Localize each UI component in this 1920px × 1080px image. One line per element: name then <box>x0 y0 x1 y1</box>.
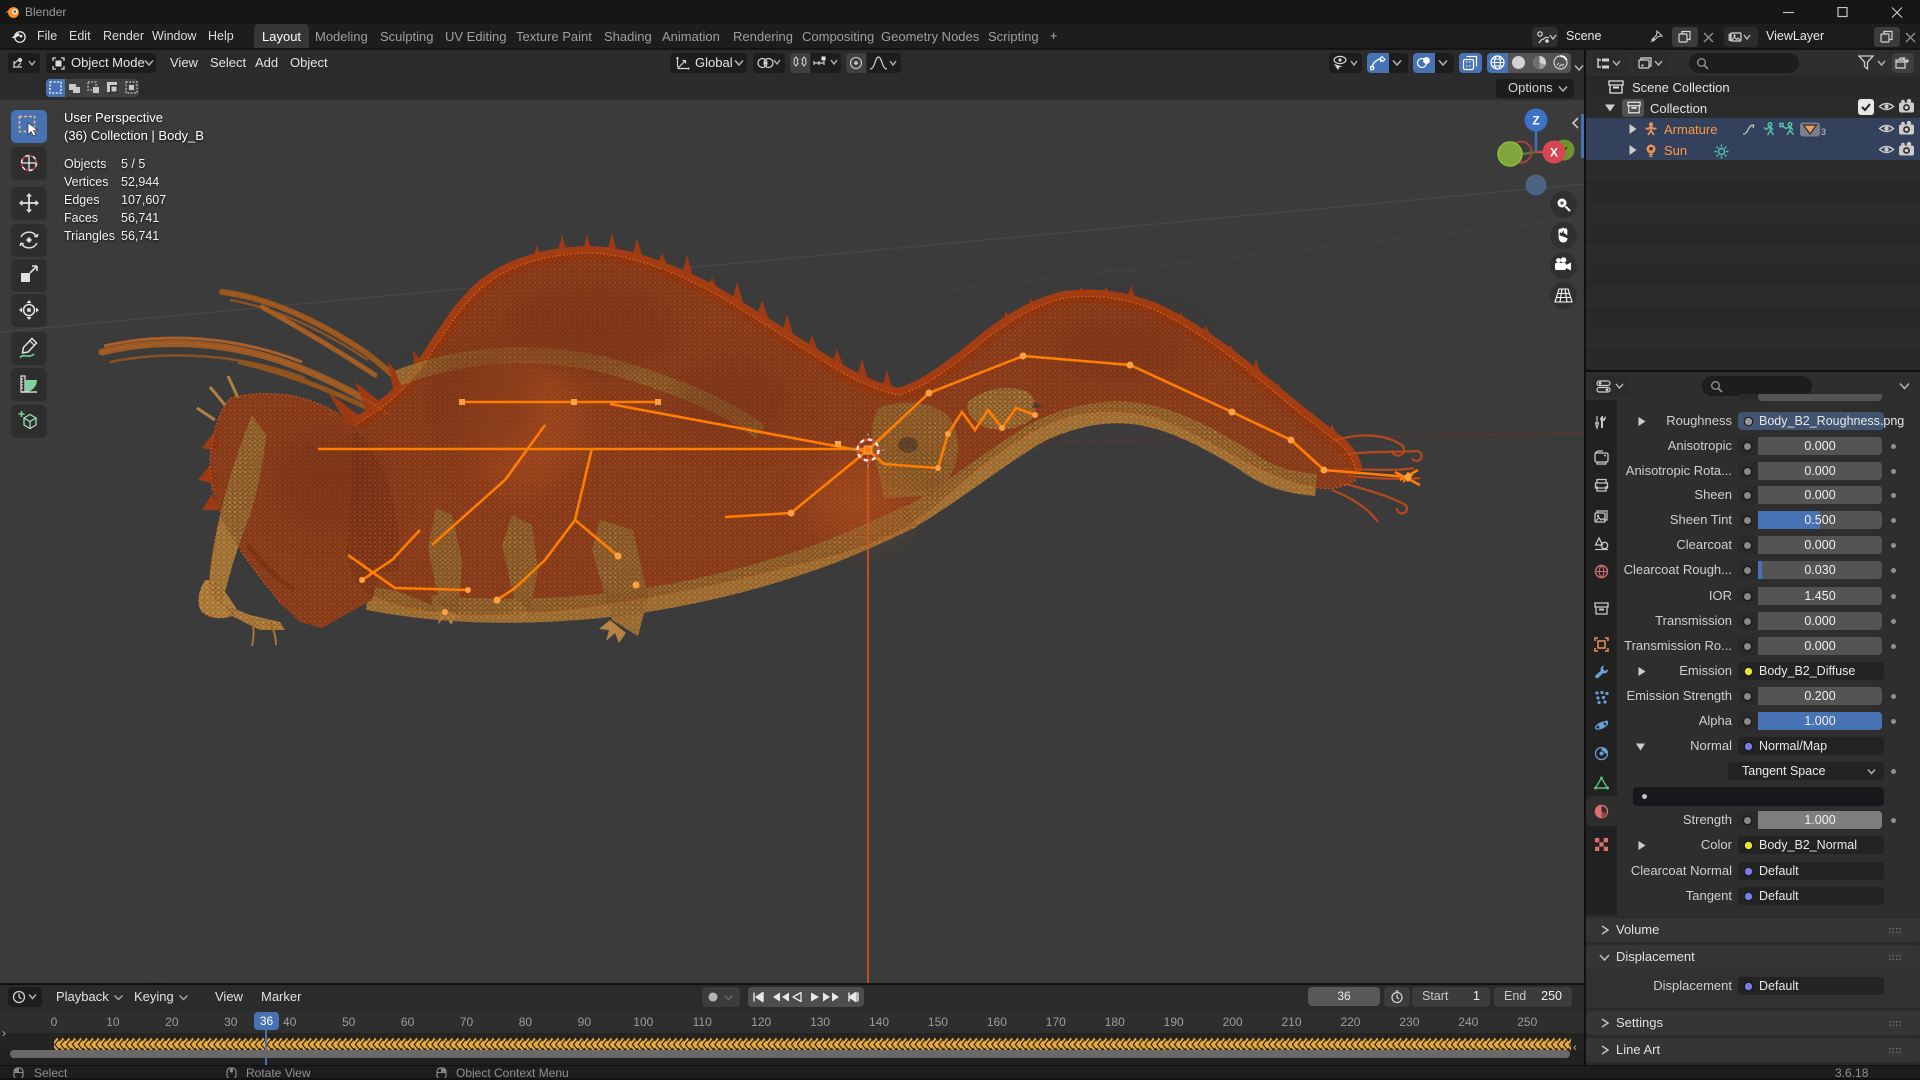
svg-text:3: 3 <box>1821 127 1826 137</box>
